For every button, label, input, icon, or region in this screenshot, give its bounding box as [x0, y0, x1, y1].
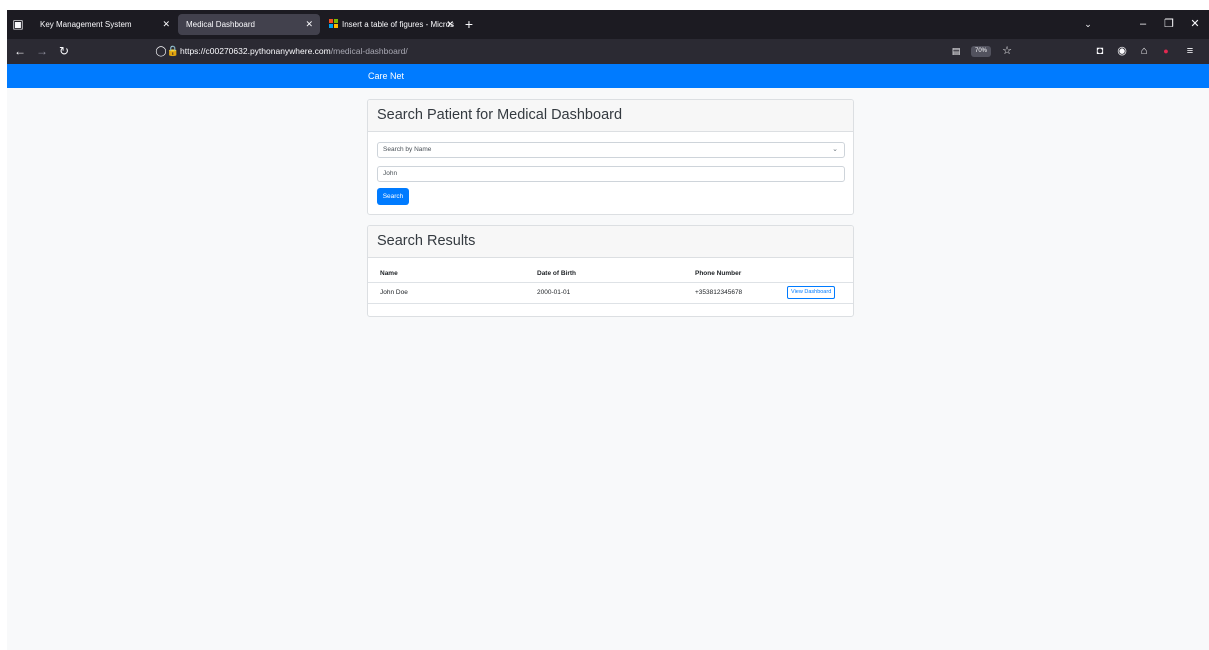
- close-icon[interactable]: ✕: [162, 14, 170, 35]
- browser-window: ▣ Key Management System ✕ Medical Dashbo…: [7, 10, 1209, 650]
- tab-strip: ▣ Key Management System ✕ Medical Dashbo…: [7, 10, 1209, 39]
- tab-title: Insert a table of figures - Micros: [342, 20, 455, 29]
- tab-key-management[interactable]: Key Management System ✕: [32, 14, 177, 35]
- tab-insert-table-of-figures[interactable]: Insert a table of figures - Micros ✕: [321, 14, 466, 35]
- search-button[interactable]: Search: [377, 188, 409, 205]
- account-icon[interactable]: ◉: [1114, 39, 1130, 64]
- results-card-title: Search Results: [368, 226, 853, 258]
- close-icon[interactable]: ✕: [305, 14, 313, 35]
- cell-phone: +353812345678: [683, 282, 775, 304]
- pocket-icon[interactable]: ◘: [1092, 39, 1108, 64]
- select-value: Search by Name: [383, 146, 432, 153]
- extensions-icon[interactable]: ⌂: [1136, 39, 1152, 64]
- column-header-phone: Phone Number: [683, 266, 775, 283]
- menu-icon[interactable]: ≡: [1182, 39, 1198, 64]
- cell-dob: 2000-01-01: [525, 282, 683, 304]
- back-icon[interactable]: ←: [11, 39, 29, 64]
- tab-title: Medical Dashboard: [186, 20, 255, 29]
- tab-medical-dashboard[interactable]: Medical Dashboard ✕: [178, 14, 320, 35]
- search-card-title: Search Patient for Medical Dashboard: [368, 100, 853, 132]
- column-header-name: Name: [368, 266, 525, 283]
- zoom-indicator[interactable]: 70%: [971, 46, 992, 57]
- table-row: John Doe 2000-01-01 +353812345678 View D…: [368, 282, 853, 304]
- extension-badge-icon[interactable]: ●: [1158, 39, 1174, 64]
- table-header-row: Name Date of Birth Phone Number: [368, 266, 853, 283]
- search-input[interactable]: John: [377, 166, 845, 182]
- list-all-tabs-icon[interactable]: ⌄: [1076, 10, 1100, 39]
- chevron-down-icon: ⌄: [832, 146, 838, 153]
- new-tab-icon[interactable]: +: [461, 10, 477, 39]
- app-navbar: Care Net: [7, 64, 1209, 88]
- cell-name: John Doe: [368, 282, 525, 304]
- search-card: Search Patient for Medical Dashboard Sea…: [367, 99, 854, 215]
- column-header-action: [775, 266, 853, 283]
- minimize-icon[interactable]: –: [1131, 10, 1155, 39]
- view-dashboard-button[interactable]: View Dashboard: [787, 286, 836, 299]
- tab-manager-icon[interactable]: ▣: [10, 10, 26, 39]
- address-bar[interactable]: ◯ 🔒 https://c00270632.pythonanywhere.com…: [153, 42, 1031, 61]
- results-table: Name Date of Birth Phone Number John Doe…: [368, 266, 853, 304]
- search-type-select[interactable]: Search by Name ⌄: [377, 142, 845, 158]
- reader-view-icon[interactable]: ▤: [948, 39, 964, 64]
- cell-action: View Dashboard: [775, 282, 853, 304]
- close-icon[interactable]: ✕: [1183, 10, 1207, 39]
- lock-icon[interactable]: 🔒: [165, 39, 181, 64]
- reload-icon[interactable]: ↻: [55, 39, 73, 64]
- tab-title: Key Management System: [40, 20, 132, 29]
- navigation-toolbar: ← → ↻ ◯ 🔒 https://c00270632.pythonanywhe…: [7, 39, 1209, 64]
- microsoft-logo-icon: [329, 19, 338, 28]
- close-icon[interactable]: ✕: [446, 14, 454, 35]
- url-text[interactable]: https://c00270632.pythonanywhere.com/med…: [180, 42, 408, 61]
- star-icon[interactable]: ☆: [999, 39, 1015, 64]
- column-header-dob: Date of Birth: [525, 266, 683, 283]
- forward-icon[interactable]: →: [33, 39, 51, 64]
- results-card: Search Results Name Date of Birth Phone …: [367, 225, 854, 317]
- brand-link[interactable]: Care Net: [368, 64, 404, 88]
- maximize-icon[interactable]: ❐: [1157, 10, 1181, 39]
